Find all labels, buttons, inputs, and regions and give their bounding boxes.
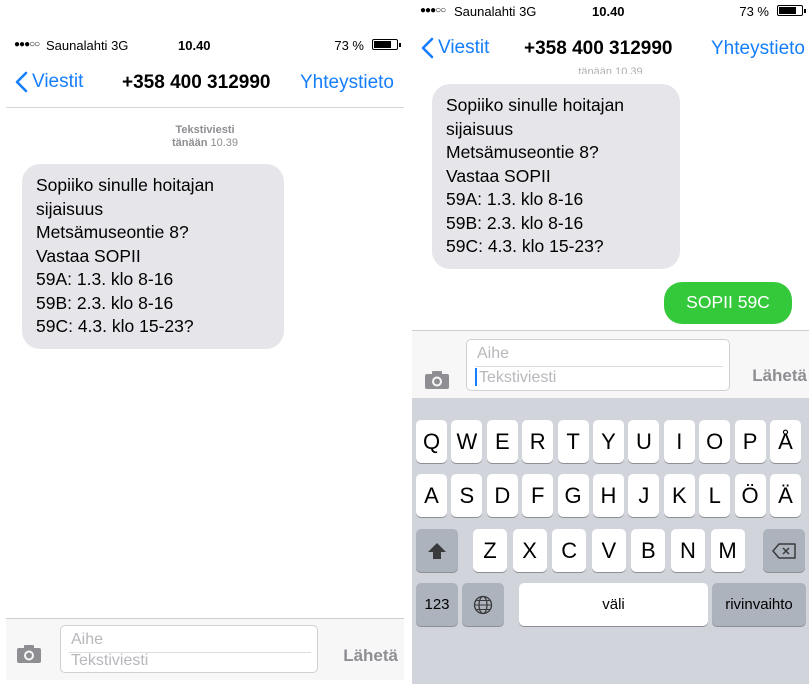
navigation-bar: Viestit +358 400 312990 Yhteystieto — [6, 62, 404, 108]
message-body-input[interactable]: Tekstiviesti — [71, 652, 148, 670]
send-button[interactable]: Lähetä — [343, 646, 398, 666]
battery-icon — [372, 39, 401, 50]
battery-icon — [777, 5, 806, 16]
battery-percent: 73 % — [334, 38, 364, 53]
carrier-label: Saunalahti 3G — [46, 38, 129, 53]
letter-key[interactable]: R — [522, 420, 554, 463]
phone-screen-after: ●●●○○ Saunalahti 3G 10.40 73 % Viestit +… — [412, 0, 809, 684]
letter-key[interactable]: E — [486, 420, 518, 463]
keyboard: 123 väli rivinvaihto QWERTYUIOPÅ ASDFGHJK… — [412, 398, 809, 684]
send-button[interactable]: Lähetä — [752, 366, 807, 386]
incoming-message-bubble[interactable]: Sopiiko sinulle hoitajan sijaisuus Metsä… — [432, 84, 680, 269]
letter-key[interactable]: O — [699, 420, 731, 463]
chevron-left-icon — [15, 71, 28, 93]
shift-key[interactable] — [416, 529, 458, 572]
return-key[interactable]: rivinvaihto — [712, 583, 806, 626]
camera-icon[interactable] — [424, 370, 450, 390]
status-bar: ●●●○○ Saunalahti 3G 10.40 73 % — [6, 28, 404, 62]
globe-icon — [473, 595, 493, 614]
letter-key[interactable]: P — [734, 420, 766, 463]
back-button[interactable]: Viestit — [14, 71, 83, 93]
shift-icon — [428, 542, 446, 559]
conversation-title: +358 400 312990 — [524, 38, 673, 59]
letter-key[interactable]: T — [557, 420, 589, 463]
back-button[interactable]: Viestit — [420, 37, 489, 59]
letter-key[interactable]: U — [628, 420, 660, 463]
back-button-label: Viestit — [32, 71, 84, 92]
letter-key[interactable]: S — [451, 474, 483, 517]
camera-icon[interactable] — [16, 644, 42, 664]
letter-key[interactable]: D — [486, 474, 518, 517]
letter-key[interactable]: Ö — [734, 474, 766, 517]
letter-key[interactable]: G — [557, 474, 589, 517]
globe-key[interactable] — [462, 583, 504, 626]
numbers-key[interactable]: 123 — [416, 583, 458, 626]
message-kind-label: Tekstiviesti — [175, 124, 235, 136]
signal-strength-icon: ●●●○○ — [14, 39, 40, 50]
carrier-label: Saunalahti 3G — [454, 4, 537, 19]
outgoing-message-bubble[interactable]: SOPII 59C — [664, 282, 792, 324]
message-input-field[interactable]: Aihe Tekstiviesti — [466, 339, 730, 391]
input-divider — [475, 366, 723, 367]
message-date-label: tänään 10.39 — [171, 137, 239, 149]
letter-key[interactable]: I — [663, 420, 695, 463]
battery-percent: 73 % — [739, 4, 769, 19]
backspace-icon — [772, 542, 796, 559]
status-time: 10.40 — [178, 38, 211, 53]
subject-input[interactable]: Aihe — [71, 631, 103, 649]
contact-button[interactable]: Yhteystieto — [300, 72, 394, 94]
signal-strength-icon: ●●●○○ — [420, 5, 446, 16]
message-composer: Aihe Tekstiviesti Lähetä — [6, 618, 404, 680]
letter-key[interactable]: K — [663, 474, 695, 517]
message-timestamp-header: Tekstiviesti tänään 10.39 — [6, 124, 404, 150]
letter-key[interactable]: Å — [770, 420, 801, 463]
letter-key[interactable]: L — [699, 474, 731, 517]
text-cursor — [475, 368, 477, 386]
contact-button[interactable]: Yhteystieto — [711, 38, 805, 60]
letter-key[interactable]: C — [552, 529, 587, 572]
message-body-input[interactable]: Tekstiviesti — [479, 369, 556, 387]
chevron-left-icon — [421, 37, 434, 59]
back-button-label: Viestit — [438, 37, 490, 58]
space-key[interactable]: väli — [519, 583, 708, 626]
message-input-field[interactable]: Aihe Tekstiviesti — [60, 625, 318, 673]
status-time: 10.40 — [592, 4, 625, 19]
letter-key[interactable]: Z — [473, 529, 507, 572]
letter-key[interactable]: W — [451, 420, 483, 463]
incoming-message-bubble[interactable]: Sopiiko sinulle hoitajan sijaisuus Metsä… — [22, 164, 284, 349]
letter-key[interactable]: A — [416, 474, 447, 517]
letter-key[interactable]: Q — [416, 420, 447, 463]
letter-key[interactable]: Y — [593, 420, 624, 463]
letter-key[interactable]: V — [591, 529, 626, 572]
conversation-title: +358 400 312990 — [122, 72, 271, 93]
letter-key[interactable]: Ä — [770, 474, 801, 517]
letter-key[interactable]: X — [512, 529, 547, 572]
letter-key[interactable]: M — [710, 529, 745, 572]
letter-key[interactable]: J — [628, 474, 660, 517]
letter-key[interactable]: F — [522, 474, 554, 517]
letter-key[interactable]: B — [631, 529, 666, 572]
letter-key[interactable]: H — [593, 474, 624, 517]
phone-screen-before: ●●●○○ Saunalahti 3G 10.40 73 % Viestit +… — [6, 28, 404, 684]
message-composer: Aihe Tekstiviesti Lähetä — [412, 330, 809, 398]
letter-key[interactable]: N — [671, 529, 705, 572]
backspace-key[interactable] — [763, 529, 805, 572]
subject-input[interactable]: Aihe — [477, 345, 509, 363]
message-date-peek: tänään 10.39 — [578, 66, 643, 74]
